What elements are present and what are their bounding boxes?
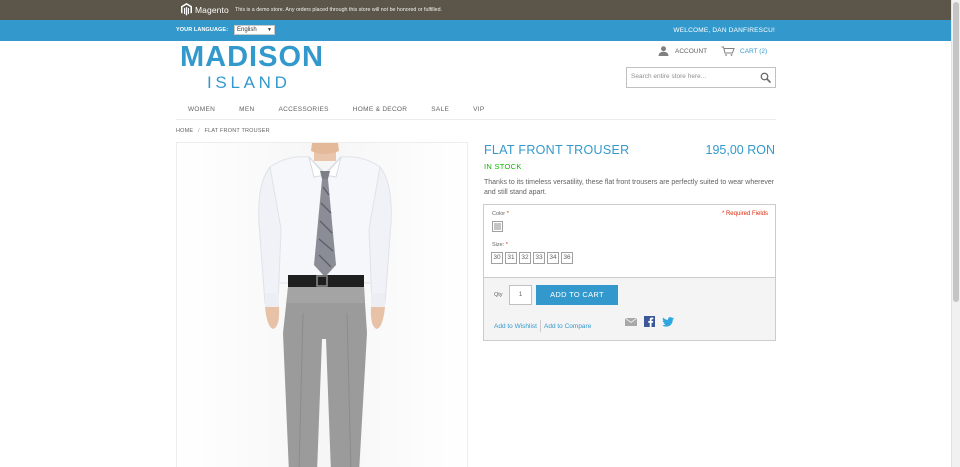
nav-item-accessories[interactable]: ACCESSORIES: [267, 104, 341, 118]
page: Magento This is a demo store. Any orders…: [0, 0, 951, 467]
breadcrumb-current: FLAT FRONT TROUSER: [204, 128, 270, 134]
cart-link[interactable]: CART (2): [721, 46, 767, 56]
nav-item-home-decor[interactable]: HOME & DECOR: [341, 104, 420, 118]
email-icon[interactable]: [625, 317, 637, 326]
size-swatches: 30 31 32 33 34 36: [491, 252, 573, 264]
qty-input[interactable]: 1: [509, 285, 532, 305]
product-price: 195,00 RON: [705, 143, 775, 157]
nav-divider: [176, 119, 776, 120]
add-to-compare-link[interactable]: Add to Compare: [544, 323, 591, 330]
cart-icon: [721, 46, 735, 56]
demo-notice-text: This is a demo store. Any orders placed …: [235, 7, 442, 13]
header-language-bar: YOUR LANGUAGE: English ▼ WELCOME, DAN DA…: [0, 20, 951, 41]
qty-label: Qty: [494, 292, 503, 298]
account-label: ACCOUNT: [675, 47, 708, 55]
size-swatch[interactable]: 30: [491, 252, 503, 264]
product-image[interactable]: [176, 142, 468, 467]
color-label: Color *: [492, 211, 509, 217]
add-to-wishlist-link[interactable]: Add to Wishlist: [494, 323, 537, 330]
magento-logo: Magento: [181, 3, 229, 16]
account-link[interactable]: ACCOUNT: [658, 46, 707, 56]
magento-icon: [181, 3, 192, 16]
welcome-message: WELCOME, DAN DANFIRESCU!: [673, 27, 775, 34]
scrollbar-thumb[interactable]: [953, 2, 959, 302]
facebook-icon[interactable]: [644, 316, 655, 327]
breadcrumb: HOME / FLAT FRONT TROUSER: [176, 128, 270, 134]
language-label: YOUR LANGUAGE:: [176, 27, 229, 33]
search-box: [626, 67, 776, 88]
language-select[interactable]: English ▼: [234, 25, 275, 35]
logo-line-2: ISLAND: [207, 73, 291, 92]
account-icon: [658, 46, 669, 56]
breadcrumb-separator: /: [198, 128, 200, 134]
main-nav: WOMEN MEN ACCESSORIES HOME & DECOR SALE …: [176, 104, 497, 118]
product-options: Color * * Required Fields Size: * 30 31 …: [484, 205, 775, 277]
demo-notice-bar: Magento This is a demo store. Any orders…: [0, 0, 951, 20]
share-icons: [625, 316, 674, 327]
link-divider: [540, 320, 541, 332]
size-swatch[interactable]: 34: [547, 252, 559, 264]
size-swatch[interactable]: 36: [561, 252, 573, 264]
size-swatch[interactable]: 32: [519, 252, 531, 264]
twitter-icon[interactable]: [662, 316, 674, 327]
size-required-marker: *: [505, 242, 508, 248]
size-swatch[interactable]: 31: [505, 252, 517, 264]
availability-status: IN STOCK: [484, 162, 522, 171]
product-description: Thanks to its timeless versatility, thes…: [484, 179, 775, 196]
size-swatch[interactable]: 33: [533, 252, 545, 264]
product-title: FLAT FRONT TROUSER: [484, 143, 630, 157]
color-required-marker: *: [506, 211, 509, 217]
color-label-text: Color: [492, 211, 506, 217]
logo-line-1: MADISON: [180, 41, 324, 73]
cart-label: CART (2): [740, 47, 768, 55]
magento-wordmark: Magento: [195, 4, 229, 15]
page-scrollbar[interactable]: [951, 0, 960, 467]
size-label: Size: *: [492, 242, 508, 248]
product-options-box: Color * * Required Fields Size: * 30 31 …: [483, 204, 776, 341]
search-input[interactable]: [631, 73, 753, 80]
nav-item-vip[interactable]: VIP: [461, 104, 496, 118]
color-swatch-fill: [494, 223, 501, 230]
nav-item-sale[interactable]: SALE: [419, 104, 461, 118]
nav-item-men[interactable]: MEN: [227, 104, 266, 118]
store-logo[interactable]: MADISON ISLAND: [180, 41, 324, 92]
chevron-down-icon: ▼: [267, 27, 272, 33]
add-to-cart-panel: Qty 1 ADD TO CART Add to Wishlist Add to…: [484, 277, 775, 340]
nav-item-women[interactable]: WOMEN: [176, 104, 227, 118]
language-select-value: English: [237, 27, 257, 33]
size-label-text: Size:: [492, 242, 505, 248]
breadcrumb-home[interactable]: HOME: [176, 128, 193, 134]
color-swatch[interactable]: [492, 221, 503, 232]
search-icon[interactable]: [760, 72, 771, 83]
product-photo-model: [177, 143, 467, 467]
product-links: Add to Wishlist Add to Compare: [494, 320, 591, 332]
required-fields-note: * Required Fields: [721, 211, 768, 217]
add-to-cart-button[interactable]: ADD TO CART: [536, 285, 618, 305]
